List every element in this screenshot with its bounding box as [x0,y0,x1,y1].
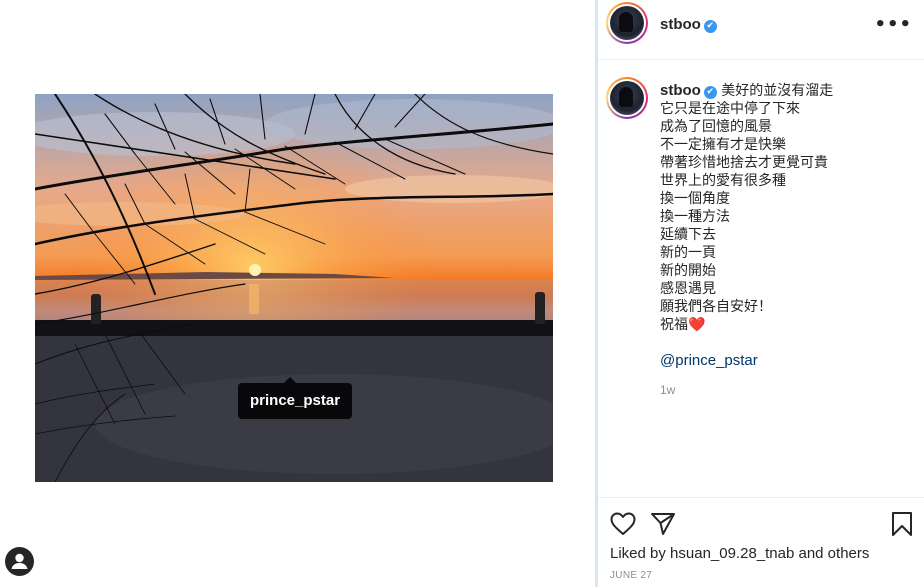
caption-line: 帶著珍惜地捨去才更覺可貴 [660,155,828,171]
caption-line: 願我們各自安好！ [660,299,772,315]
caption-username[interactable]: stboo [660,82,701,99]
heart-icon[interactable] [610,512,636,540]
caption-line: 美好的並沒有溜走 [721,83,834,99]
caption-line: 換一種方法 [660,209,730,225]
caption-line: 不一定擁有才是快樂 [660,137,786,153]
caption-line: 延續下去 [660,227,716,243]
caption-line: 感恩遇見 [660,281,716,297]
action-bar: Liked by hsuan_09.28_tnab and others JUN… [598,497,924,587]
post-details-pane: stboo ✔ ••• stboo ✔ 美好的並沒有溜走 它只是在途中停了下來 成為… [598,0,924,587]
media-pane: prince_pstar [0,0,595,587]
post-photo[interactable] [35,94,553,482]
caption-line: 它只是在途中停了下來 [660,101,800,117]
post-date: JUNE 27 [610,570,653,581]
more-options-icon[interactable]: ••• [874,14,912,35]
bookmark-icon[interactable] [891,511,913,541]
caption-line: 世界上的愛有很多種 [660,173,786,189]
header-username[interactable]: stboo [660,16,701,33]
verified-badge-icon: ✔ [703,20,717,33]
avatar[interactable] [606,2,648,44]
sunset-photo [35,94,553,482]
likes-text[interactable]: Liked by hsuan_09.28_tnab and others [610,545,869,562]
caption-line: 祝福❤️ [660,317,706,333]
caption-line: 成為了回憶的風景 [660,119,772,135]
verified-badge-icon: ✔ [703,86,717,99]
caption-line: 換一個角度 [660,191,730,207]
paper-plane-icon[interactable] [650,512,676,540]
caption-avatar[interactable] [606,77,648,119]
caption-time: 1w [660,383,676,397]
caption-line: 新的一頁 [660,245,716,261]
caption-line: 新的開始 [660,263,716,279]
user-tag-icon[interactable] [5,547,34,576]
user-tag-label[interactable]: prince_pstar [238,377,353,419]
post-header: stboo ✔ ••• [598,0,924,60]
mention-link[interactable]: @prince_pstar [660,352,916,370]
caption: stboo ✔ 美好的並沒有溜走 它只是在途中停了下來 成為了回憶的風景 不一定擁… [660,82,916,399]
